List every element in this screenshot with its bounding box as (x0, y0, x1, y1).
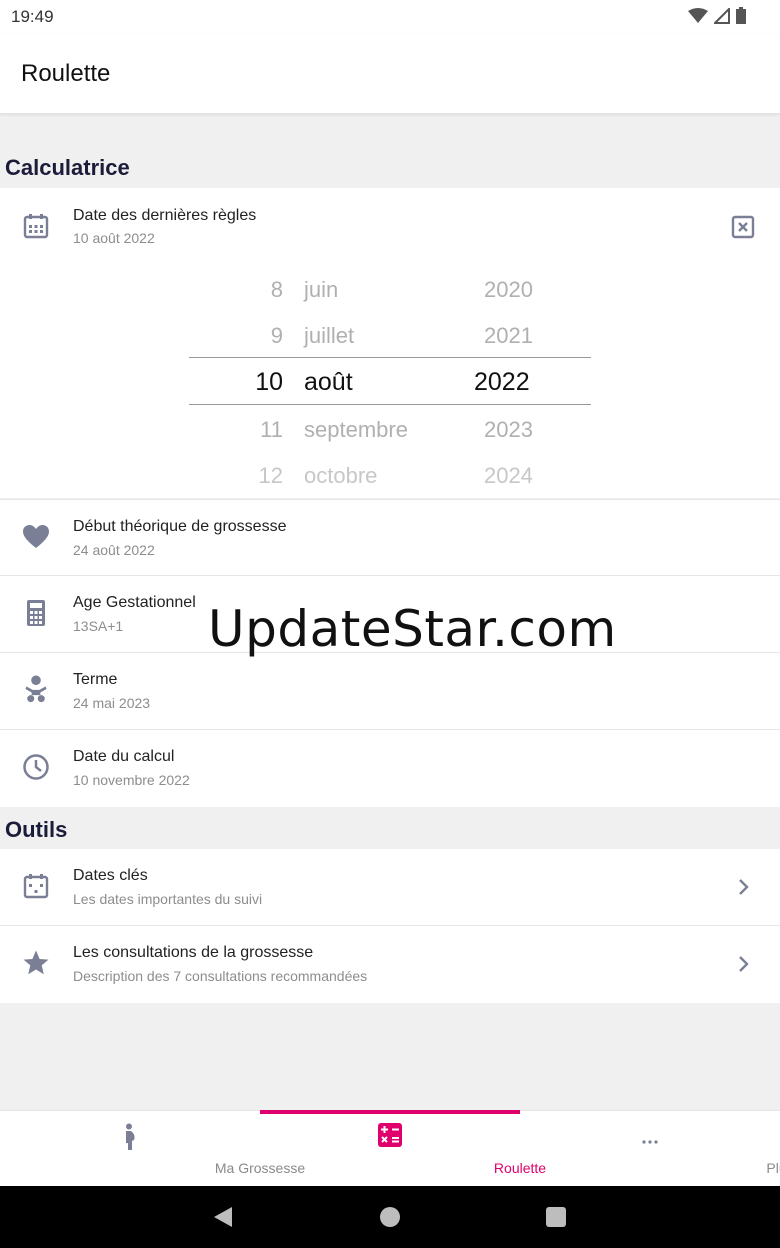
status-time: 19:49 (11, 7, 54, 26)
row-term[interactable]: Terme 24 mai 2023 (0, 653, 780, 730)
last-period-title: Date des dernières règles (73, 207, 257, 224)
row-pregnancy-start[interactable]: Début théorique de grossesse 24 août 202… (0, 499, 780, 576)
recents-icon[interactable] (545, 1206, 567, 1228)
picker-year[interactable]: 2023 (484, 417, 533, 443)
row-value: 24 mai 2023 (73, 695, 151, 711)
row-title: Début théorique de grossesse (73, 518, 287, 535)
picker-month[interactable]: octobre (304, 463, 377, 489)
picker-day-selected[interactable]: 10 (223, 368, 283, 397)
close-box-icon[interactable] (731, 215, 755, 239)
star-icon (23, 950, 49, 975)
picker-year-selected[interactable]: 2022 (474, 368, 530, 397)
nav-ma-grossesse[interactable]: Ma Grossesse (0, 1111, 305, 1187)
back-icon[interactable] (212, 1206, 234, 1228)
signal-icon (714, 7, 730, 24)
chevron-right-icon (739, 879, 749, 895)
section-title-calculator: Calculatrice (5, 155, 130, 180)
picker-year[interactable]: 2024 (484, 463, 533, 489)
baby-icon (25, 675, 47, 703)
picker-day[interactable]: 9 (223, 323, 283, 349)
nav-label: Plus (766, 1160, 780, 1176)
page-title: Roulette (21, 60, 111, 87)
tool-key-dates[interactable]: Dates clés Les dates importantes du suiv… (0, 849, 780, 926)
picker-month-selected[interactable]: août (304, 368, 353, 397)
status-bar: 19:49 (0, 0, 780, 34)
bottom-navigation: Ma Grossesse Roulette Plus (0, 1110, 780, 1186)
row-calculation-date[interactable]: Date du calcul 10 novembre 2022 (0, 730, 780, 807)
calendar-icon (23, 874, 49, 899)
row-value: 13SA+1 (73, 618, 124, 634)
picker-month[interactable]: juillet (304, 323, 354, 349)
heart-icon (23, 525, 49, 548)
home-icon[interactable] (379, 1206, 401, 1228)
chevron-right-icon (739, 956, 749, 972)
calculator-icon (378, 1123, 402, 1147)
picker-year[interactable]: 2021 (484, 323, 533, 349)
last-period-value: 10 août 2022 (73, 230, 155, 246)
tool-consultations[interactable]: Les consultations de la grossesse Descri… (0, 926, 780, 1003)
clock-icon (23, 754, 49, 780)
row-title: Terme (73, 671, 118, 688)
calculator-icon (27, 600, 45, 626)
picker-day[interactable]: 11 (223, 417, 283, 443)
row-value: Description des 7 consultations recomman… (73, 968, 368, 984)
active-tab-indicator (260, 1110, 520, 1114)
row-title: Age Gestationnel (73, 594, 196, 611)
wifi-icon (688, 7, 708, 23)
row-title: Date du calcul (73, 748, 175, 765)
status-icons (688, 7, 746, 24)
picker-year[interactable]: 2020 (484, 277, 533, 303)
row-title: Les consultations de la grossesse (73, 944, 314, 961)
more-icon (642, 1140, 658, 1144)
battery-icon (736, 7, 746, 24)
nav-roulette[interactable]: Roulette (260, 1110, 546, 1187)
system-navigation-bar (0, 1186, 780, 1248)
pregnant-icon (126, 1123, 135, 1150)
row-value: 24 août 2022 (73, 542, 155, 558)
picker-divider-bottom (189, 404, 591, 405)
picker-month[interactable]: septembre (304, 417, 408, 443)
nav-plus[interactable]: Plus (520, 1111, 780, 1187)
date-picker[interactable]: 8 9 10 11 12 juin juillet août septembre… (0, 268, 780, 498)
picker-divider-top (189, 357, 591, 358)
app-bar: Roulette (0, 34, 780, 114)
section-title-tools: Outils (5, 817, 68, 842)
calendar-icon (23, 214, 49, 239)
row-title: Dates clés (73, 867, 148, 884)
picker-day[interactable]: 8 (223, 277, 283, 303)
row-value: 10 novembre 2022 (73, 772, 190, 788)
row-value: Les dates importantes du suivi (73, 891, 263, 907)
picker-day[interactable]: 12 (223, 463, 283, 489)
picker-month[interactable]: juin (304, 277, 338, 303)
watermark: UpdateStar.com (208, 600, 617, 658)
